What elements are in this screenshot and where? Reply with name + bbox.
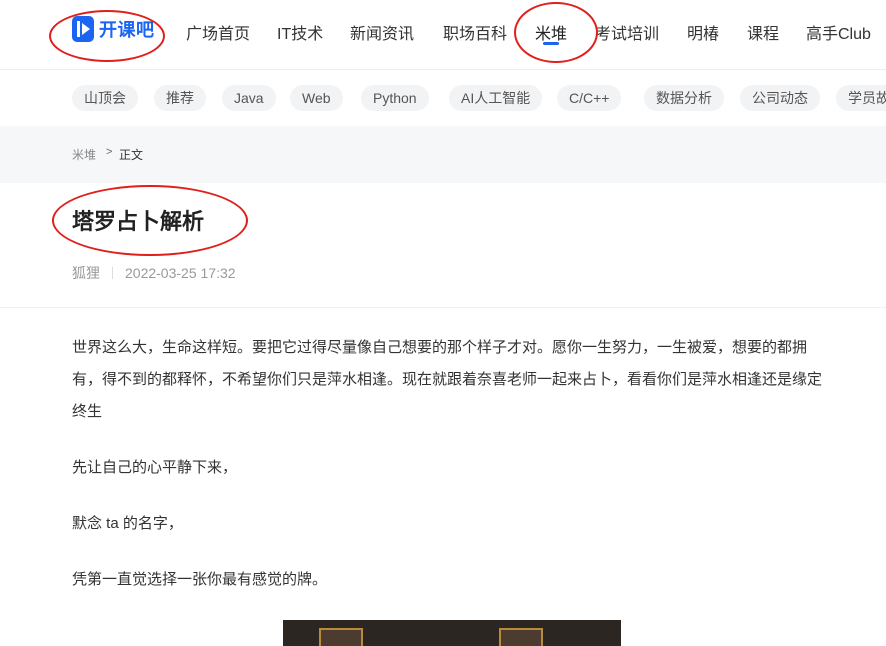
- tarot-card-right: [499, 628, 543, 646]
- nav-item-news[interactable]: 新闻资讯: [350, 20, 414, 44]
- tag-student-stories[interactable]: 学员故事: [836, 85, 886, 111]
- article-title: 塔罗占卜解析: [72, 209, 205, 234]
- breadcrumb: 米堆 > 正文: [0, 126, 886, 183]
- active-tab-indicator: [543, 42, 559, 45]
- nav-item-expert-club[interactable]: 高手Club: [806, 20, 871, 44]
- article-paragraph-choose: 凭第一直觉选择一张你最有感觉的牌。: [72, 571, 328, 588]
- top-navigation: 开课吧 广场首页 IT技术 新闻资讯 职场百科 米堆 考试培训 明椿 课程 高手…: [0, 0, 886, 70]
- tag-bar: 山顶会 推荐 Java Web Python AI人工智能 C/C++ 数据分析…: [0, 70, 886, 126]
- nav-item-mingchun[interactable]: 明椿: [687, 20, 719, 44]
- logo-play-icon: [72, 16, 94, 42]
- article-meta: 狐狸 2022-03-25 17:32: [72, 263, 236, 283]
- tag-recommend[interactable]: 推荐: [154, 85, 206, 111]
- tag-python[interactable]: Python: [361, 85, 429, 111]
- nav-item-square-home[interactable]: 广场首页: [186, 20, 250, 44]
- tag-ai[interactable]: AI人工智能: [449, 85, 543, 111]
- nav-item-career[interactable]: 职场百科: [443, 20, 507, 44]
- article-date: 2022-03-25 17:32: [125, 265, 236, 281]
- article-paragraph-name: 默念 ta 的名字，: [72, 515, 183, 532]
- breadcrumb-parent-link[interactable]: 米堆: [72, 146, 96, 163]
- article-paragraph-calm: 先让自己的心平静下来，: [72, 459, 238, 476]
- tag-summit[interactable]: 山顶会: [72, 85, 138, 111]
- article-author[interactable]: 狐狸: [72, 263, 100, 283]
- content-divider: [0, 307, 886, 308]
- breadcrumb-separator: >: [106, 146, 113, 158]
- nav-item-courses[interactable]: 课程: [747, 20, 779, 44]
- meta-divider: [112, 267, 113, 279]
- tag-data-analysis[interactable]: 数据分析: [644, 85, 724, 111]
- tag-cpp[interactable]: C/C++: [557, 85, 622, 111]
- tarot-card-left: [319, 628, 363, 646]
- article-paragraph-intro: 世界这么大，生命这样短。要把它过得尽量像自己想要的那个样子才对。愿你一生努力，一…: [72, 339, 823, 420]
- tarot-cards-image: [283, 620, 621, 646]
- tag-java[interactable]: Java: [222, 85, 276, 111]
- nav-item-midui[interactable]: 米堆: [535, 20, 567, 44]
- tag-company-news[interactable]: 公司动态: [740, 85, 820, 111]
- logo-text: 开课吧: [99, 20, 155, 40]
- site-logo[interactable]: 开课吧: [72, 14, 155, 44]
- breadcrumb-current: 正文: [119, 148, 144, 162]
- tag-web[interactable]: Web: [290, 85, 343, 111]
- nav-item-it-tech[interactable]: IT技术: [277, 20, 323, 44]
- nav-item-exam-training[interactable]: 考试培训: [595, 20, 659, 44]
